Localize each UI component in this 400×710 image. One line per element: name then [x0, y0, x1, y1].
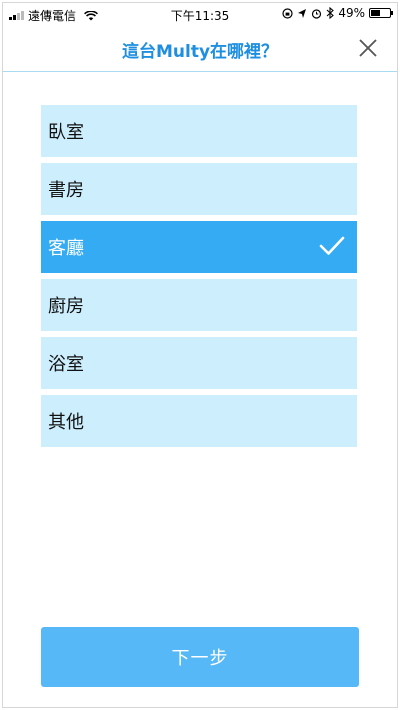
option-bathroom[interactable]: 浴室 [41, 337, 357, 389]
page-title: 這台Multy在哪裡？ [121, 42, 279, 62]
battery-icon [369, 8, 393, 18]
option-living-room[interactable]: 客廳 [41, 221, 357, 273]
alarm-icon [312, 8, 322, 19]
app-screen: 遠傳電信 下午11:35 49% 這台Multy在哪裡？ 臥室 書房 客廳 廚房… [2, 2, 398, 708]
option-bedroom[interactable]: 臥室 [41, 105, 357, 157]
option-label: 客廳 [48, 238, 84, 259]
rotation-lock-icon [282, 7, 293, 19]
bluetooth-icon [326, 7, 335, 19]
header: 這台Multy在哪裡？ [3, 25, 397, 72]
option-label: 廚房 [48, 296, 84, 317]
status-bar: 遠傳電信 下午11:35 49% [3, 3, 397, 25]
option-other[interactable]: 其他 [41, 395, 357, 447]
option-label: 浴室 [48, 354, 84, 375]
location-icon [298, 8, 307, 18]
checkmark-icon [319, 236, 345, 255]
option-kitchen[interactable]: 廚房 [41, 279, 357, 331]
close-icon[interactable] [357, 37, 379, 59]
option-label: 書房 [48, 180, 84, 201]
battery-percent: 49% [338, 6, 365, 20]
status-right: 49% [282, 6, 393, 20]
room-options-list: 臥室 書房 客廳 廚房 浴室 其他 [41, 105, 357, 453]
option-label: 臥室 [48, 122, 84, 143]
option-study[interactable]: 書房 [41, 163, 357, 215]
next-button[interactable]: 下一步 [41, 627, 359, 687]
option-label: 其他 [48, 412, 84, 433]
